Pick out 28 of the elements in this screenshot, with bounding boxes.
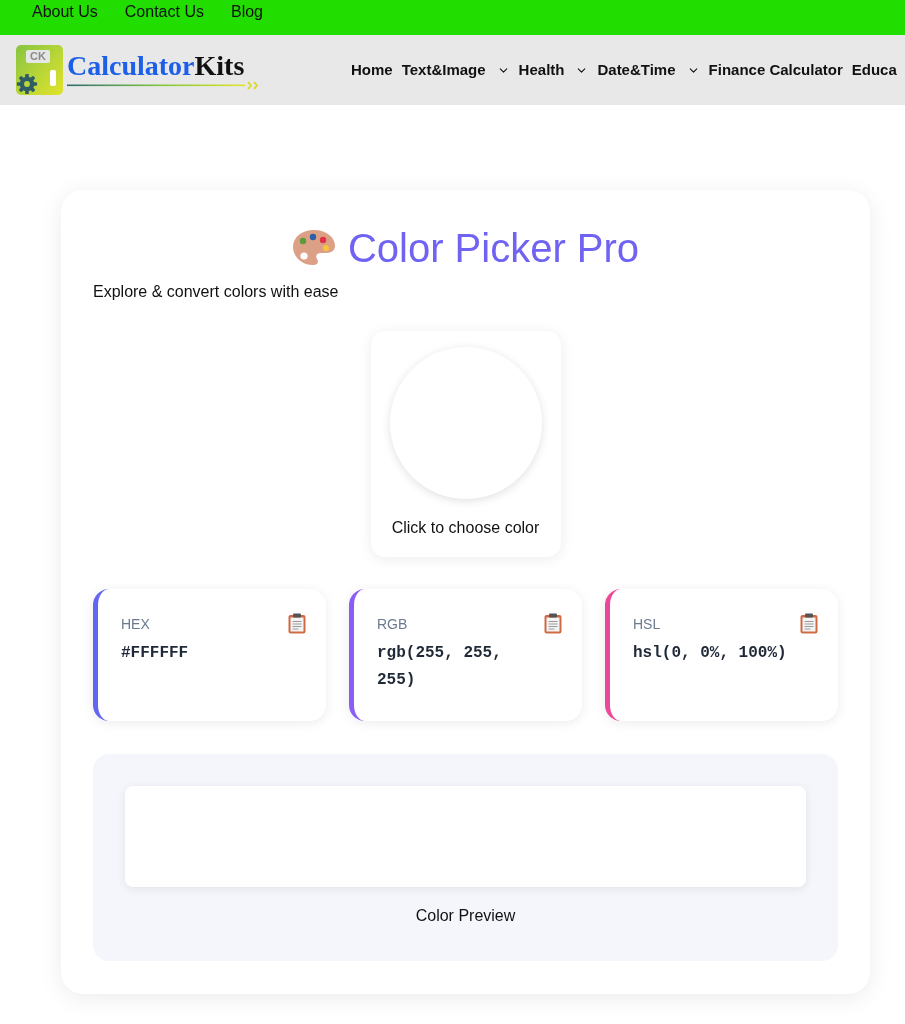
format-value: hsl(0, 0%, 100%) (633, 643, 788, 664)
top-link[interactable]: Contact Us (124, 1, 204, 23)
gear-icon (16, 73, 38, 95)
nav-item[interactable]: Date&Time (597, 60, 700, 80)
logo-badge: CK (26, 50, 50, 63)
format-label: HSL (633, 615, 661, 634)
nav-item[interactable]: Educa (851, 60, 897, 80)
format-value: rgb(255, 255, 255) (377, 643, 503, 691)
format-value: #FFFFFF (121, 643, 190, 664)
preview-label: Color Preview (415, 906, 516, 926)
clipboard-icon[interactable] (288, 613, 306, 634)
format-label: HEX (121, 615, 150, 634)
page-title: Color Picker Pro (347, 225, 640, 272)
top-link[interactable]: About Us (32, 1, 98, 23)
page-subtitle: Explore & convert colors with ease (93, 282, 340, 302)
nav-item[interactable]: Finance Calculator (708, 60, 843, 80)
logo-slot-drawing (50, 70, 56, 86)
nav-item[interactable]: Text&Image (401, 60, 510, 80)
logo-text: CalculatorKits (67, 50, 246, 81)
palette-icon (291, 229, 336, 267)
clipboard-icon[interactable] (544, 613, 562, 634)
top-link[interactable]: Blog (230, 1, 263, 23)
nav-item[interactable]: Home (351, 60, 393, 80)
clipboard-icon[interactable] (800, 613, 818, 634)
format-label: RGB (377, 615, 408, 634)
picker-label: Click to choose color (391, 518, 540, 538)
color-picker-panel[interactable]: Click to choose color (370, 331, 561, 557)
nav-item[interactable]: Health (518, 60, 589, 80)
